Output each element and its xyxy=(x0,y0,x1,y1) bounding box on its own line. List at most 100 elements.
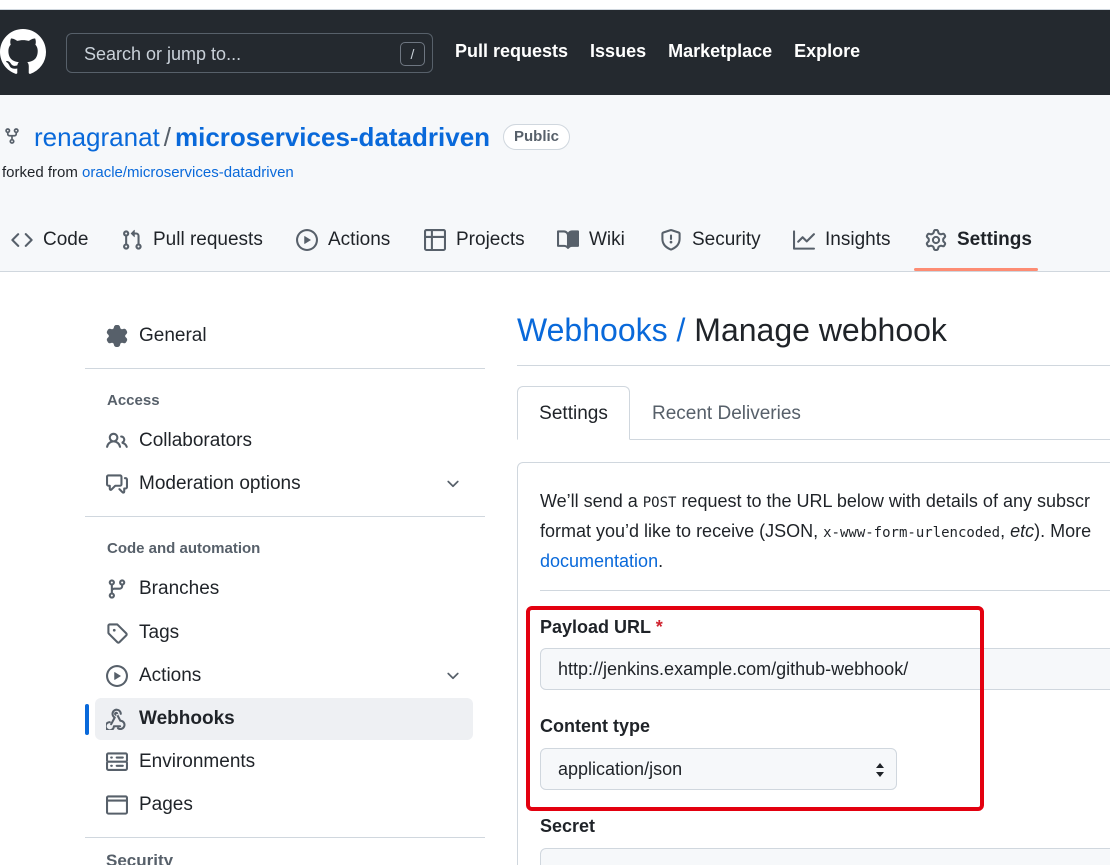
desc-text: , xyxy=(1000,521,1011,541)
tag-icon xyxy=(107,623,128,644)
sidebar-heading-access: Access xyxy=(107,392,160,409)
description-divider xyxy=(540,590,1110,591)
desc-text: We’ll send a xyxy=(540,491,643,511)
payload-url-input[interactable]: http://jenkins.example.com/github-webhoo… xyxy=(540,648,1110,690)
desc-text: ). More xyxy=(1034,521,1092,541)
sidebar-item-label: Environments xyxy=(139,751,256,772)
tab-security-label: Security xyxy=(692,229,761,250)
nav-explore[interactable]: Explore xyxy=(794,41,860,62)
global-nav: Pull requests Issues Marketplace Explore xyxy=(455,41,860,62)
tab-wiki-label: Wiki xyxy=(589,229,625,250)
nav-pull-requests[interactable]: Pull requests xyxy=(455,41,568,62)
graph-icon xyxy=(793,230,815,250)
sidebar-item-pages[interactable]: Pages xyxy=(106,794,193,816)
tab-code-label: Code xyxy=(43,229,89,250)
documentation-link[interactable]: documentation xyxy=(540,551,658,571)
shield-icon xyxy=(661,229,681,251)
desc-code-urlencoded: x-www-form-urlencoded xyxy=(823,525,1001,541)
search-placeholder: Search or jump to... xyxy=(84,44,242,64)
secret-label: Secret xyxy=(540,816,596,836)
payload-url-label-text: Payload URL xyxy=(540,617,651,637)
title-divider xyxy=(517,365,1110,366)
repo-separator: / xyxy=(163,122,171,152)
people-icon xyxy=(106,432,128,448)
tab-actions-label: Actions xyxy=(328,229,391,250)
tab-actions[interactable]: Actions xyxy=(296,222,390,258)
nav-marketplace[interactable]: Marketplace xyxy=(668,41,772,62)
github-logo-icon[interactable] xyxy=(0,29,46,75)
repo-owner-link[interactable]: renagranat xyxy=(34,122,160,152)
tab-webhook-settings[interactable]: Settings xyxy=(517,386,630,440)
code-icon xyxy=(11,233,33,247)
sidebar-item-actions[interactable]: Actions xyxy=(106,665,466,687)
sidebar-item-label: Tags xyxy=(139,622,180,643)
search-shortcut-key: / xyxy=(400,42,425,66)
sidebar-item-label: Moderation options xyxy=(139,473,301,494)
sidebar-item-label: Webhooks xyxy=(139,708,235,729)
desc-text: . xyxy=(658,551,664,571)
git-branch-icon xyxy=(108,579,126,599)
tab-projects-label: Projects xyxy=(456,229,525,250)
nav-issues[interactable]: Issues xyxy=(590,41,646,62)
desc-etc: etc xyxy=(1010,521,1035,541)
tab-wiki[interactable]: Wiki xyxy=(557,222,625,258)
desc-text: format you’d like to receive (JSON, xyxy=(540,521,824,541)
required-marker: * xyxy=(655,617,663,637)
tab-recent-deliveries[interactable]: Recent Deliveries xyxy=(652,403,801,425)
browser-icon xyxy=(106,795,128,815)
sidebar-item-branches[interactable]: Branches xyxy=(106,578,219,600)
gear-icon xyxy=(106,325,128,347)
desc-code-post: POST xyxy=(642,495,677,511)
tab-code[interactable]: Code xyxy=(11,222,88,258)
tab-settings[interactable]: Settings xyxy=(925,222,1032,258)
book-icon xyxy=(557,230,579,249)
content-type-value: application/json xyxy=(558,759,683,779)
play-icon xyxy=(106,665,128,687)
content-type-label: Content type xyxy=(540,716,650,736)
desc-text: request to the URL below with details of… xyxy=(676,491,1090,511)
sidebar-divider xyxy=(85,368,485,369)
tab-settings-label: Settings xyxy=(957,229,1032,250)
payload-url-label: Payload URL * xyxy=(540,617,663,638)
tab-security[interactable]: Security xyxy=(660,222,761,258)
forked-from-line: forked from oracle/microservices-datadri… xyxy=(2,164,294,181)
tab-projects[interactable]: Projects xyxy=(424,222,525,258)
visibility-badge: Public xyxy=(503,124,571,150)
page-title-text: Manage webhook xyxy=(694,312,947,348)
secret-input[interactable] xyxy=(540,848,1110,865)
sidebar-item-moderation[interactable]: Moderation options xyxy=(106,473,466,495)
sidebar-divider xyxy=(85,837,485,838)
sidebar-heading-code-automation: Code and automation xyxy=(107,540,261,557)
select-arrows-icon xyxy=(876,763,884,777)
sidebar-heading-security: Security xyxy=(106,851,174,865)
forked-from-link[interactable]: oracle/microservices-datadriven xyxy=(82,164,294,181)
sidebar-item-collaborators[interactable]: Collaborators xyxy=(106,430,252,452)
tab-insights[interactable]: Insights xyxy=(793,222,890,258)
sidebar-item-environments[interactable]: Environments xyxy=(106,751,255,773)
sidebar-item-label: Branches xyxy=(139,578,220,599)
forked-from-prefix: forked from xyxy=(2,164,78,181)
search-input[interactable]: Search or jump to... / xyxy=(66,33,433,73)
gear-icon xyxy=(925,229,947,251)
window-top-strip xyxy=(0,0,1110,10)
webhook-icon xyxy=(106,708,126,730)
sidebar-item-label: General xyxy=(139,325,207,346)
tab-pull-requests-label: Pull requests xyxy=(153,229,263,250)
webhooks-breadcrumb-link[interactable]: Webhooks / xyxy=(517,312,685,348)
play-icon xyxy=(296,229,318,251)
repo-name-link[interactable]: microservices-datadriven xyxy=(175,122,490,152)
sidebar-item-webhooks[interactable]: Webhooks xyxy=(106,708,235,730)
sidebar-item-label: Actions xyxy=(139,665,202,686)
chevron-down-icon[interactable] xyxy=(444,667,462,685)
sidebar-item-tags[interactable]: Tags xyxy=(106,622,179,644)
comment-discussion-icon xyxy=(106,474,128,494)
sidebar-item-general[interactable]: General xyxy=(106,325,207,347)
chevron-down-icon[interactable] xyxy=(444,475,462,493)
content-type-select[interactable]: application/json xyxy=(540,748,897,790)
repo-breadcrumb: renagranat / microservices-datadriven xyxy=(34,122,490,153)
tab-pull-requests[interactable]: Pull requests xyxy=(121,222,263,258)
sidebar-active-indicator xyxy=(85,704,89,735)
git-pull-request-icon xyxy=(123,229,142,250)
table-icon xyxy=(424,229,446,251)
sidebar-divider xyxy=(85,516,485,517)
